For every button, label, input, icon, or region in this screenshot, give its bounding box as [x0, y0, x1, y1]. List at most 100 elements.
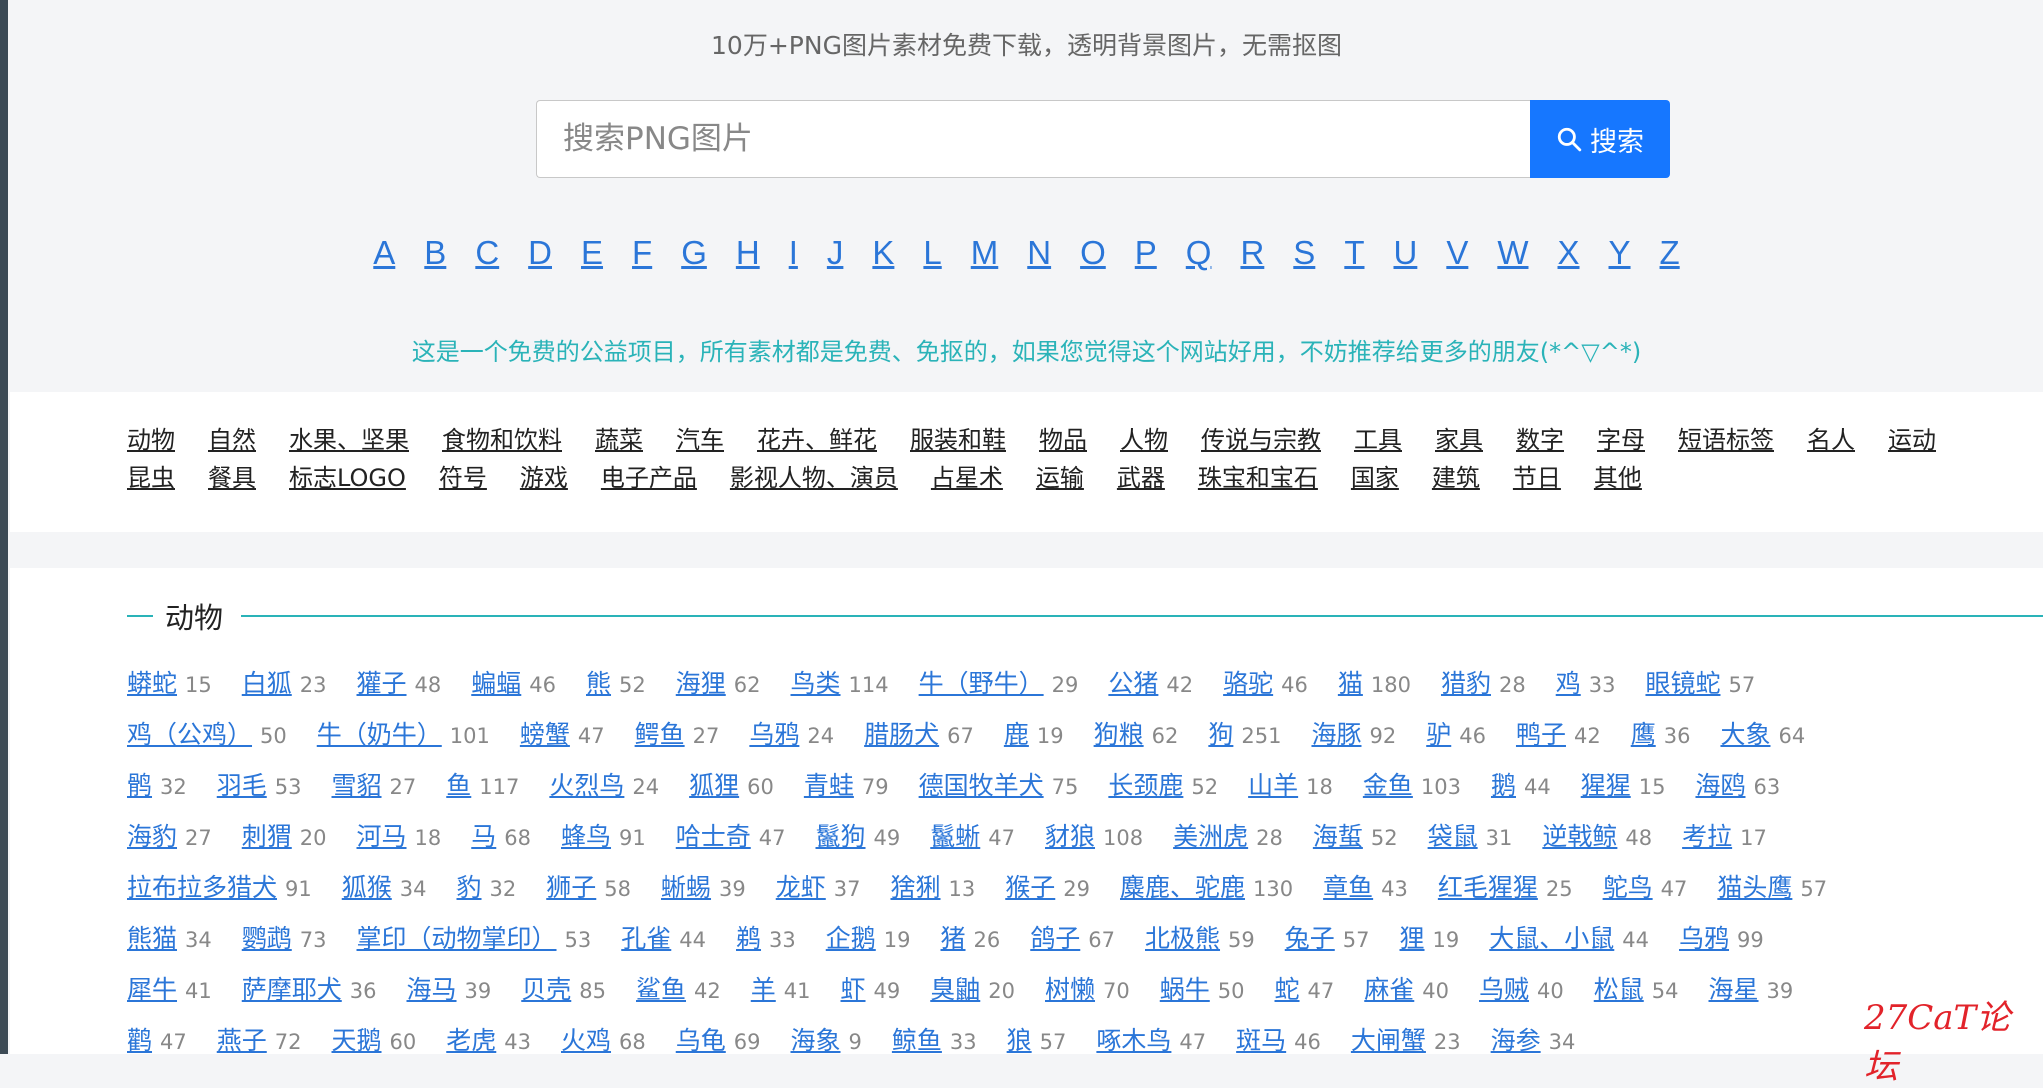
- tag-link[interactable]: 乌龟: [676, 1021, 726, 1057]
- letter-link-r[interactable]: R: [1240, 234, 1264, 272]
- tag-link[interactable]: 海狸: [676, 664, 726, 700]
- tag-link[interactable]: 蜂鸟: [561, 817, 611, 853]
- tag-link[interactable]: 河马: [357, 817, 407, 853]
- tag-link[interactable]: 狮子: [546, 868, 596, 904]
- tag-link[interactable]: 企鹅: [826, 919, 876, 955]
- tag-link[interactable]: 犀牛: [127, 970, 177, 1006]
- tag-link[interactable]: 兔子: [1285, 919, 1335, 955]
- letter-link-c[interactable]: C: [475, 234, 499, 272]
- tag-link[interactable]: 羊: [751, 970, 776, 1006]
- tag-link[interactable]: 贝壳: [521, 970, 571, 1006]
- letter-link-l[interactable]: L: [923, 234, 941, 272]
- tag-link[interactable]: 红毛猩猩: [1438, 868, 1538, 904]
- tag-link[interactable]: 乌贼: [1479, 970, 1529, 1006]
- category-link[interactable]: 餐具: [208, 458, 256, 493]
- category-link[interactable]: 符号: [439, 458, 487, 493]
- tag-link[interactable]: 燕子: [217, 1021, 267, 1057]
- tag-link[interactable]: 螃蟹: [520, 715, 570, 751]
- category-link[interactable]: 影视人物、演员: [730, 458, 898, 493]
- tag-link[interactable]: 熊猫: [127, 919, 177, 955]
- letter-link-s[interactable]: S: [1293, 234, 1315, 272]
- tag-link[interactable]: 鳄鱼: [635, 715, 685, 751]
- tag-link[interactable]: 孔雀: [621, 919, 671, 955]
- tag-link[interactable]: 虾: [841, 970, 866, 1006]
- tag-link[interactable]: 雪貂: [332, 766, 382, 802]
- tag-link[interactable]: 火烈鸟: [549, 766, 624, 802]
- category-link[interactable]: 家具: [1435, 420, 1483, 455]
- tag-link[interactable]: 狐狸: [689, 766, 739, 802]
- tag-link[interactable]: 蟒蛇: [127, 664, 177, 700]
- tag-link[interactable]: 狼: [1007, 1021, 1032, 1057]
- category-link[interactable]: 食物和饮料: [442, 420, 562, 455]
- tag-link[interactable]: 松鼠: [1594, 970, 1644, 1006]
- tag-link[interactable]: 大象: [1720, 715, 1770, 751]
- tag-link[interactable]: 考拉: [1682, 817, 1732, 853]
- tag-link[interactable]: 袋鼠: [1428, 817, 1478, 853]
- tag-link[interactable]: 鹦鹉: [242, 919, 292, 955]
- tag-link[interactable]: 狗粮: [1094, 715, 1144, 751]
- letter-link-t[interactable]: T: [1344, 234, 1364, 272]
- tag-link[interactable]: 鲨鱼: [636, 970, 686, 1006]
- tag-link[interactable]: 牛（野牛）: [919, 664, 1044, 700]
- tag-link[interactable]: 骆驼: [1223, 664, 1273, 700]
- tag-link[interactable]: 树懒: [1045, 970, 1095, 1006]
- tag-link[interactable]: 金鱼: [1363, 766, 1413, 802]
- tag-link[interactable]: 海马: [407, 970, 457, 1006]
- tag-link[interactable]: 鸡: [1556, 664, 1581, 700]
- tag-link[interactable]: 麋鹿、驼鹿: [1120, 868, 1245, 904]
- tag-link[interactable]: 哈士奇: [676, 817, 751, 853]
- tag-link[interactable]: 天鹅: [332, 1021, 382, 1057]
- tag-link[interactable]: 猩猩: [1581, 766, 1631, 802]
- tag-link[interactable]: 鹅: [1491, 766, 1516, 802]
- category-link[interactable]: 占星术: [931, 458, 1003, 493]
- tag-link[interactable]: 眼镜蛇: [1645, 664, 1720, 700]
- category-link[interactable]: 工具: [1354, 420, 1402, 455]
- tag-link[interactable]: 臭鼬: [930, 970, 980, 1006]
- category-link[interactable]: 字母: [1597, 420, 1645, 455]
- tag-link[interactable]: 豹: [457, 868, 482, 904]
- tag-link[interactable]: 海星: [1709, 970, 1759, 1006]
- letter-link-i[interactable]: I: [789, 234, 798, 272]
- tag-link[interactable]: 海象: [791, 1021, 841, 1057]
- category-link[interactable]: 国家: [1351, 458, 1399, 493]
- tag-link[interactable]: 狗: [1208, 715, 1233, 751]
- letter-link-f[interactable]: F: [632, 234, 652, 272]
- tag-link[interactable]: 猞猁: [891, 868, 941, 904]
- category-link[interactable]: 服装和鞋: [910, 420, 1006, 455]
- category-link[interactable]: 动物: [127, 420, 175, 455]
- tag-link[interactable]: 龙虾: [776, 868, 826, 904]
- category-link[interactable]: 蔬菜: [595, 420, 643, 455]
- tag-link[interactable]: 海鸥: [1695, 766, 1745, 802]
- tag-link[interactable]: 白狐: [242, 664, 292, 700]
- tag-link[interactable]: 海蜇: [1313, 817, 1363, 853]
- tag-link[interactable]: 羽毛: [217, 766, 267, 802]
- tag-link[interactable]: 蜥蜴: [661, 868, 711, 904]
- letter-link-e[interactable]: E: [581, 234, 603, 272]
- tag-link[interactable]: 猪: [941, 919, 966, 955]
- tag-link[interactable]: 老虎: [446, 1021, 496, 1057]
- tag-link[interactable]: 拉布拉多猎犬: [127, 868, 277, 904]
- tag-link[interactable]: 大鼠、小鼠: [1489, 919, 1614, 955]
- tag-link[interactable]: 蛇: [1275, 970, 1300, 1006]
- search-button[interactable]: 搜索: [1530, 100, 1670, 178]
- tag-link[interactable]: 长颈鹿: [1108, 766, 1183, 802]
- tag-link[interactable]: 鸵鸟: [1603, 868, 1653, 904]
- tag-link[interactable]: 豺狼: [1045, 817, 1095, 853]
- category-link[interactable]: 短语标签: [1678, 420, 1774, 455]
- letter-link-j[interactable]: J: [827, 234, 844, 272]
- category-link[interactable]: 珠宝和宝石: [1198, 458, 1318, 493]
- category-link[interactable]: 水果、坚果: [289, 420, 409, 455]
- letter-link-p[interactable]: P: [1135, 234, 1157, 272]
- tag-link[interactable]: 猴子: [1005, 868, 1055, 904]
- letter-link-n[interactable]: N: [1027, 234, 1051, 272]
- tag-link[interactable]: 牛（奶牛）: [317, 715, 442, 751]
- tag-link[interactable]: 鹳: [127, 1021, 152, 1057]
- tag-link[interactable]: 猎豹: [1441, 664, 1491, 700]
- tag-link[interactable]: 鬣狗: [816, 817, 866, 853]
- category-link[interactable]: 运动: [1888, 420, 1936, 455]
- tag-link[interactable]: 猫头鹰: [1717, 868, 1792, 904]
- letter-link-k[interactable]: K: [872, 234, 894, 272]
- category-link[interactable]: 传说与宗教: [1201, 420, 1321, 455]
- tag-link[interactable]: 斑马: [1236, 1021, 1286, 1057]
- tag-link[interactable]: 腊肠犬: [864, 715, 939, 751]
